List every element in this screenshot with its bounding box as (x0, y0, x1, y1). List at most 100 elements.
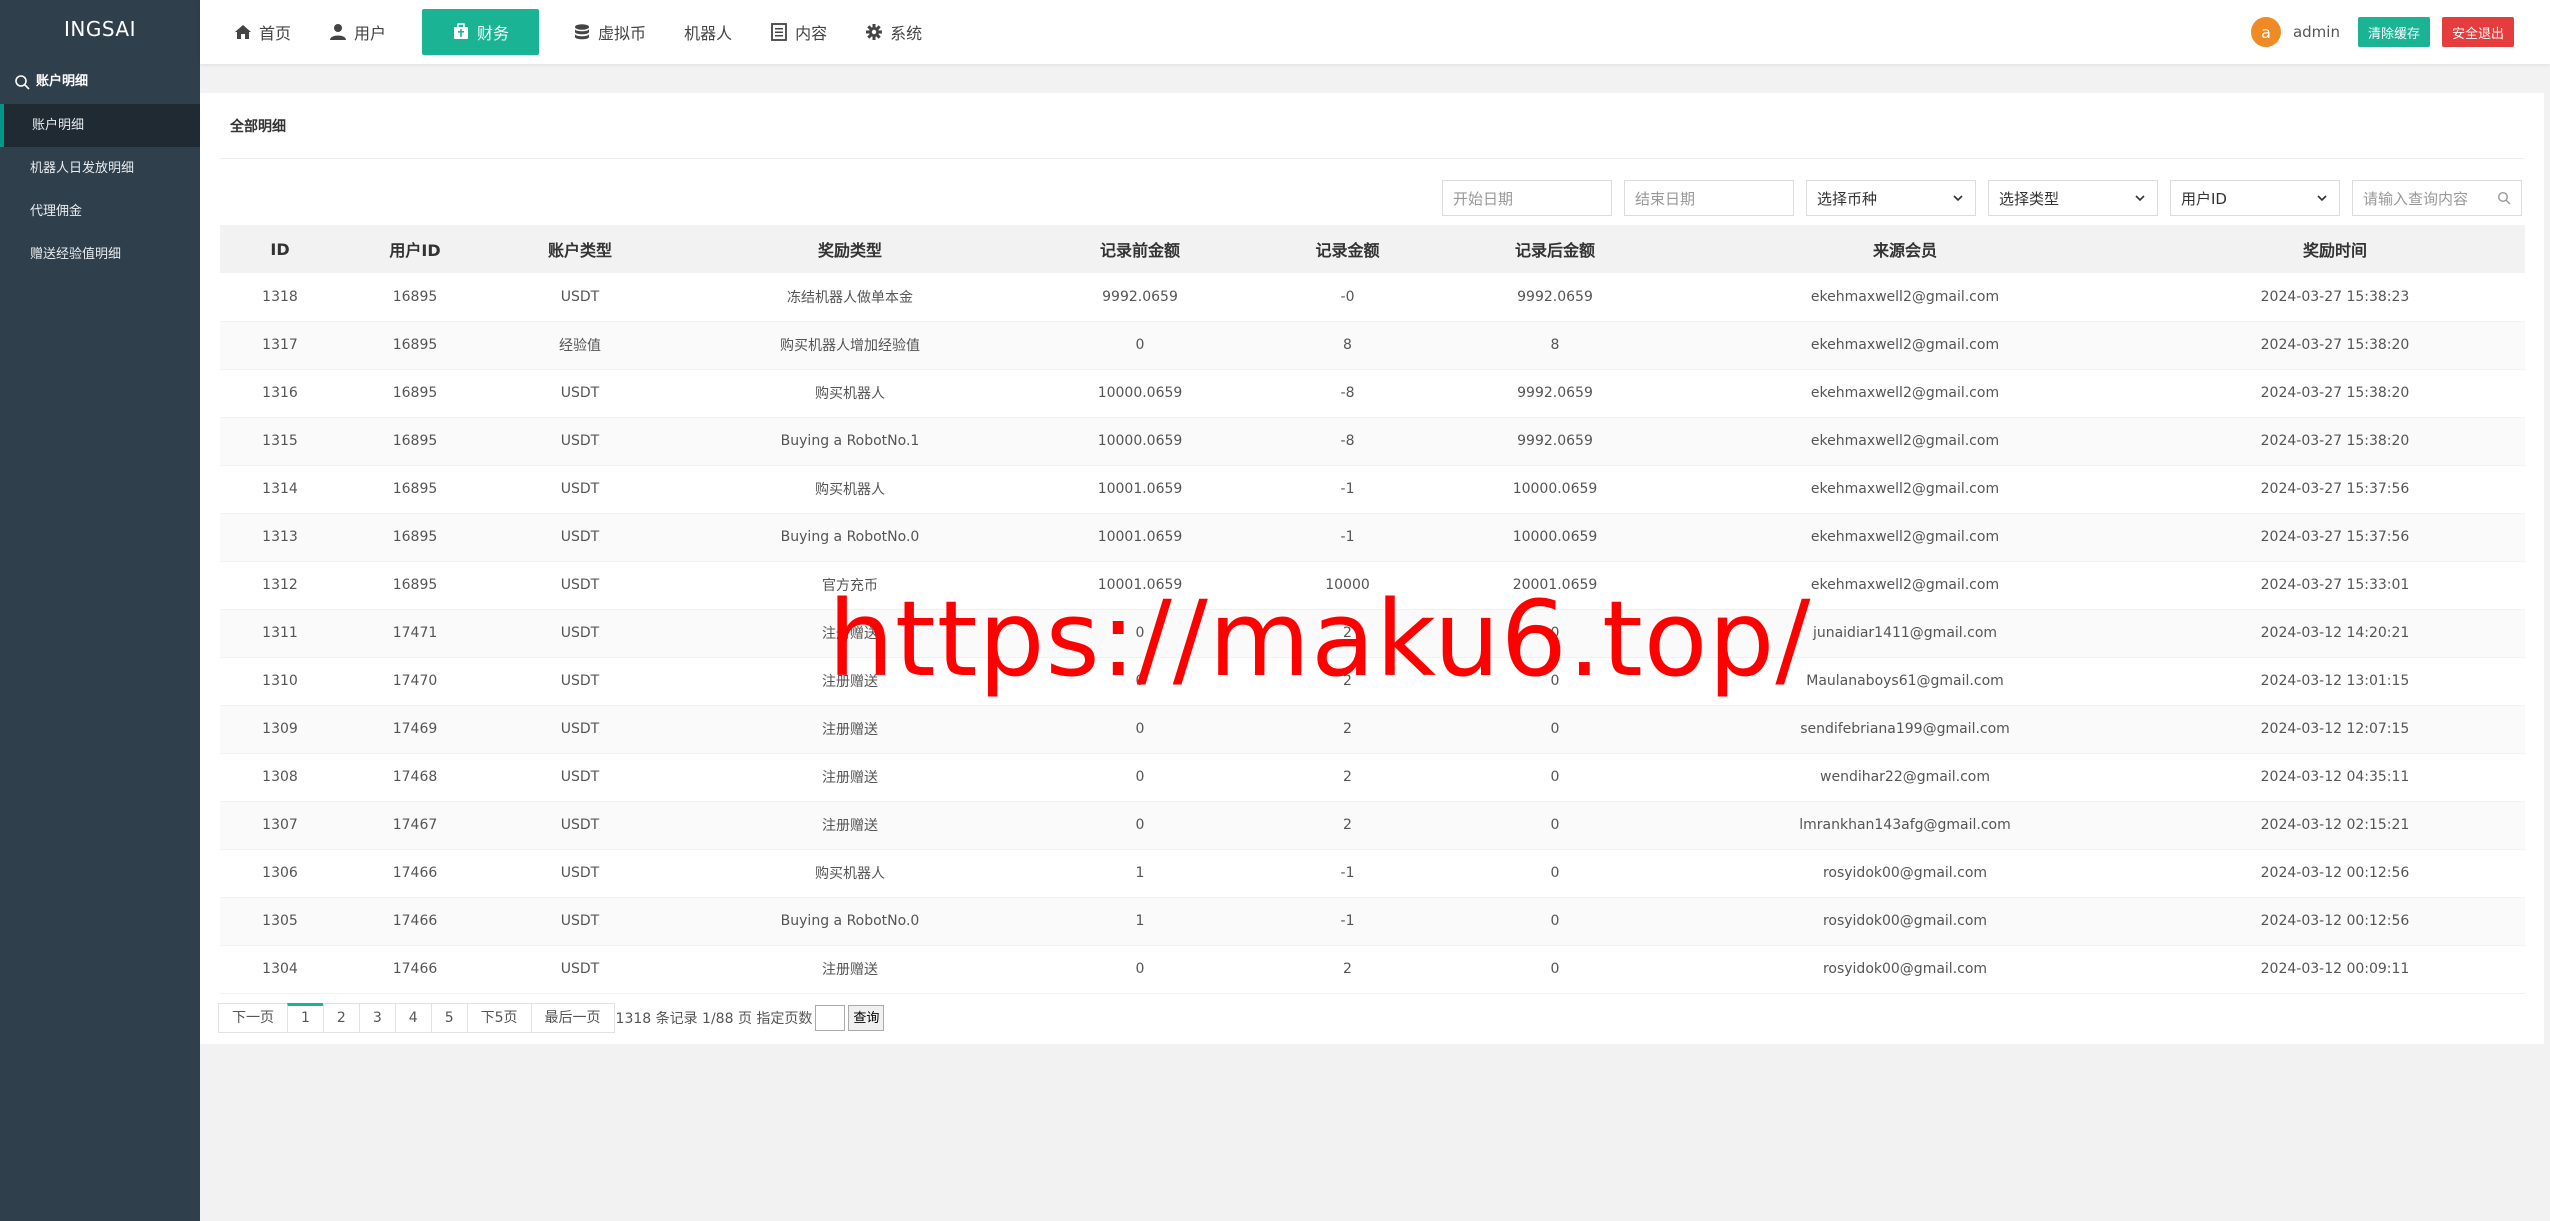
last-page-button[interactable]: 最后一页 (530, 1003, 615, 1033)
sidebar-item-robot-daily[interactable]: 机器人日发放明细 (0, 147, 200, 190)
table-cell: -1 (1250, 849, 1445, 898)
table-cell: -0 (1250, 273, 1445, 322)
sidebar: INGSAI 账户明细 账户明细 机器人日发放明细 代理佣金 赠送经验值明细 (0, 0, 200, 1221)
table-row[interactable]: 1309 17469 USDT 注册赠送 0 2 0 sendifebriana199@gma… (220, 705, 2525, 754)
table-row[interactable]: 1317 16895 经验值 购买机器人增加经验值 0 8 8 ekehmaxwell2@gm… (220, 321, 2525, 370)
table-row[interactable]: 1314 16895 USDT 购买机器人 10001.0659 -1 10000.0659… (220, 465, 2525, 514)
col-header[interactable]: ID (220, 225, 340, 273)
table-cell: 0 (1030, 321, 1250, 370)
table-cell: 2 (1250, 801, 1445, 850)
table-cell: 1308 (220, 753, 340, 802)
app-logo[interactable]: INGSAI (0, 0, 200, 60)
type-select[interactable]: 选择类型 (1988, 180, 2158, 216)
sidebar-item-agent-commission[interactable]: 代理佣金 (0, 190, 200, 233)
nav-crypto[interactable]: 虚拟币 (557, 9, 662, 55)
col-header[interactable]: 来源会员 (1665, 225, 2145, 273)
sidebar-section[interactable]: 账户明细 (0, 60, 200, 104)
table-cell: USDT (490, 753, 670, 802)
table-row[interactable]: 1312 16895 USDT 官方充币 10001.0659 10000 20001.06… (220, 561, 2525, 610)
table-row[interactable]: 1311 17471 USDT 注册赠送 0 2 0 junaidiar1411@gmail.… (220, 609, 2525, 658)
currency-select[interactable]: 选择币种 (1806, 180, 1976, 216)
username[interactable]: admin (2293, 23, 2340, 41)
nav-finance[interactable]: 财务 (422, 9, 540, 55)
nav-label: 系统 (890, 24, 923, 43)
logout-button[interactable]: 安全退出 (2441, 17, 2514, 47)
table-cell: USDT (490, 417, 670, 466)
col-header[interactable]: 记录金额 (1250, 225, 1445, 273)
table-row[interactable]: 1305 17466 USDT Buying a RobotNo.0 1 -1 0 rosyi… (220, 897, 2525, 946)
table-row[interactable]: 1308 17468 USDT 注册赠送 0 2 0 wendihar22@gmail.com… (220, 753, 2525, 802)
table-row[interactable]: 1307 17467 USDT 注册赠送 0 2 0 lmrankhan143afg@gmai… (220, 801, 2525, 850)
table-cell: 0 (1030, 657, 1250, 706)
table-cell: 20001.0659 (1445, 561, 1665, 610)
table-cell: 2 (1250, 945, 1445, 994)
table-row[interactable]: 1315 16895 USDT Buying a RobotNo.1 10000.065… (220, 417, 2525, 466)
page-3-button[interactable]: 3 (358, 1003, 396, 1033)
nav-system[interactable]: 系统 (849, 9, 938, 55)
table-row[interactable]: 1306 17466 USDT 购买机器人 1 -1 0 rosyidok00@gmail.c… (220, 849, 2525, 898)
table-cell: 0 (1445, 657, 1665, 706)
sidebar-item-experience[interactable]: 赠送经验值明细 (0, 233, 200, 276)
page-number-input[interactable] (815, 1005, 846, 1031)
page-1-button[interactable]: 1 (287, 1003, 324, 1033)
nav-robot[interactable]: 机器人 (668, 9, 748, 55)
table-cell: ekehmaxwell2@gmail.com (1665, 417, 2145, 466)
table-row[interactable]: 1316 16895 USDT 购买机器人 10000.0659 -8 9992.0659 e… (220, 369, 2525, 418)
table-cell: 0 (1030, 945, 1250, 994)
nav-label: 用户 (354, 24, 387, 43)
table-row[interactable]: 1313 16895 USDT Buying a RobotNo.0 10001.065… (220, 513, 2525, 562)
col-header[interactable]: 记录前金额 (1030, 225, 1250, 273)
header-user-area: a admin 清除缓存 安全退出 (2250, 0, 2514, 64)
col-header[interactable]: 奖励时间 (2145, 225, 2525, 273)
table-cell: 16895 (340, 561, 490, 610)
home-icon (235, 25, 251, 39)
table-body: 1318 16895 USDT 冻结机器人做单本金 9992.0659 -0 9992.06… (220, 273, 2525, 994)
table-cell: 经验值 (490, 321, 670, 370)
nav-content[interactable]: 内容 (754, 9, 843, 55)
table-row[interactable]: 1310 17470 USDT 注册赠送 0 2 0 Maulanaboys61@gmail.… (220, 657, 2525, 706)
table-cell: USDT (490, 561, 670, 610)
next-5-pages-button[interactable]: 下5页 (466, 1003, 532, 1033)
col-header[interactable]: 记录后金额 (1445, 225, 1665, 273)
nav-label: 虚拟币 (598, 24, 647, 43)
clear-cache-button[interactable]: 清除缓存 (2357, 17, 2430, 47)
table-cell: 2024-03-12 02:15:21 (2145, 801, 2525, 850)
page-4-button[interactable]: 4 (394, 1003, 432, 1033)
table-row[interactable]: 1318 16895 USDT 冻结机器人做单本金 9992.0659 -0 9992.06… (220, 273, 2525, 322)
table-cell: -8 (1250, 417, 1445, 466)
table-cell: wendihar22@gmail.com (1665, 753, 2145, 802)
table-cell: 10000 (1250, 561, 1445, 610)
search-input[interactable]: 请输入查询内容 (2352, 180, 2522, 216)
table-cell: 0 (1445, 609, 1665, 658)
table-cell: 2024-03-27 15:37:56 (2145, 465, 2525, 514)
table-cell: 17466 (340, 945, 490, 994)
table-cell: 注册赠送 (670, 657, 1030, 706)
nav-home[interactable]: 首页 (218, 9, 307, 55)
col-header[interactable]: 用户ID (340, 225, 490, 273)
table-cell: 2024-03-27 15:33:01 (2145, 561, 2525, 610)
prev-page-button[interactable]: 下一页 (218, 1003, 288, 1033)
avatar[interactable]: a (2250, 17, 2281, 47)
end-date-input[interactable]: 结束日期 (1624, 180, 1794, 216)
page-2-button[interactable]: 2 (322, 1003, 360, 1033)
nav-user[interactable]: 用户 (313, 9, 402, 55)
table-row[interactable]: 1304 17466 USDT 注册赠送 0 2 0 rosyidok00@gmail.com… (220, 945, 2525, 994)
table-cell: 1 (1030, 849, 1250, 898)
table-cell: 17467 (340, 801, 490, 850)
table-cell: 17466 (340, 897, 490, 946)
page-5-button[interactable]: 5 (430, 1003, 468, 1033)
field-select[interactable]: 用户ID (2170, 180, 2340, 216)
table-cell: 9992.0659 (1445, 369, 1665, 418)
table-cell: 2 (1250, 657, 1445, 706)
records-table: ID 用户ID 账户类型 奖励类型 记录前金额 记录金额 记录后金额 来源会员 … (220, 225, 2525, 994)
col-header[interactable]: 账户类型 (490, 225, 670, 273)
sidebar-item-account-detail[interactable]: 账户明细 (0, 104, 200, 147)
table-cell: 2024-03-12 00:12:56 (2145, 897, 2525, 946)
go-page-button[interactable]: 查询 (848, 1005, 885, 1031)
col-header[interactable]: 奖励类型 (670, 225, 1030, 273)
table-cell: 17470 (340, 657, 490, 706)
start-date-input[interactable]: 开始日期 (1442, 180, 1612, 216)
table-cell: -1 (1250, 897, 1445, 946)
table-cell: Buying a RobotNo.0 (670, 897, 1030, 946)
search-icon[interactable] (2497, 191, 2511, 205)
